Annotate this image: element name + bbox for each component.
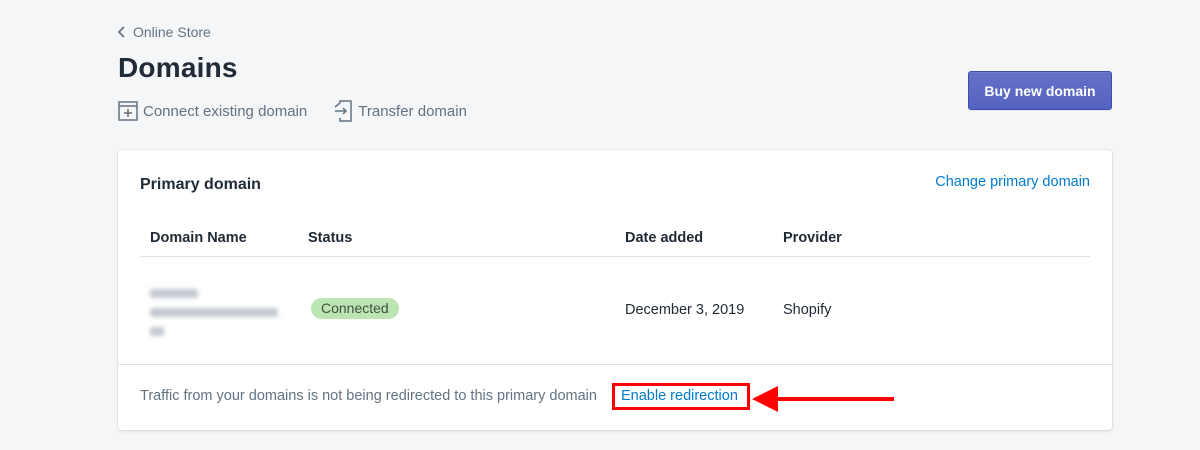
page-title: Domains — [118, 52, 238, 83]
transfer-domain-label: Transfer domain — [358, 102, 467, 120]
column-header-provider: Provider — [783, 230, 842, 246]
change-primary-domain-link[interactable]: Change primary domain — [935, 174, 1090, 190]
enable-redirection-link[interactable]: Enable redirection — [621, 388, 738, 404]
secondary-actions: Connect existing domain Transfer domain — [118, 100, 467, 122]
red-arrow-annotation — [752, 386, 894, 412]
column-header-date-added: Date added — [625, 230, 704, 246]
connect-domain-action[interactable]: Connect existing domain — [118, 100, 307, 122]
date-added-cell: December 3, 2019 — [625, 302, 745, 318]
column-header-status: Status — [308, 230, 353, 246]
primary-domain-card: Primary domain Change primary domain Dom… — [118, 150, 1112, 430]
status-badge: Connected — [311, 298, 399, 319]
buy-new-domain-button[interactable]: Buy new domain — [968, 71, 1112, 110]
connect-domain-icon — [118, 101, 138, 121]
breadcrumb-label: Online Store — [133, 24, 211, 40]
domain-name-redacted — [150, 283, 282, 336]
redirection-notice: Traffic from your domains is not being r… — [140, 388, 597, 404]
connect-domain-label: Connect existing domain — [143, 102, 308, 120]
footer-divider — [118, 364, 1112, 365]
provider-cell: Shopify — [783, 302, 832, 318]
card-title: Primary domain — [140, 176, 261, 193]
transfer-domain-icon — [334, 100, 353, 122]
table-divider — [140, 256, 1090, 257]
column-header-domain-name: Domain Name — [150, 230, 247, 246]
chevron-left-icon — [117, 26, 125, 38]
breadcrumb[interactable]: Online Store — [117, 24, 211, 40]
transfer-domain-action[interactable]: Transfer domain — [333, 100, 467, 122]
